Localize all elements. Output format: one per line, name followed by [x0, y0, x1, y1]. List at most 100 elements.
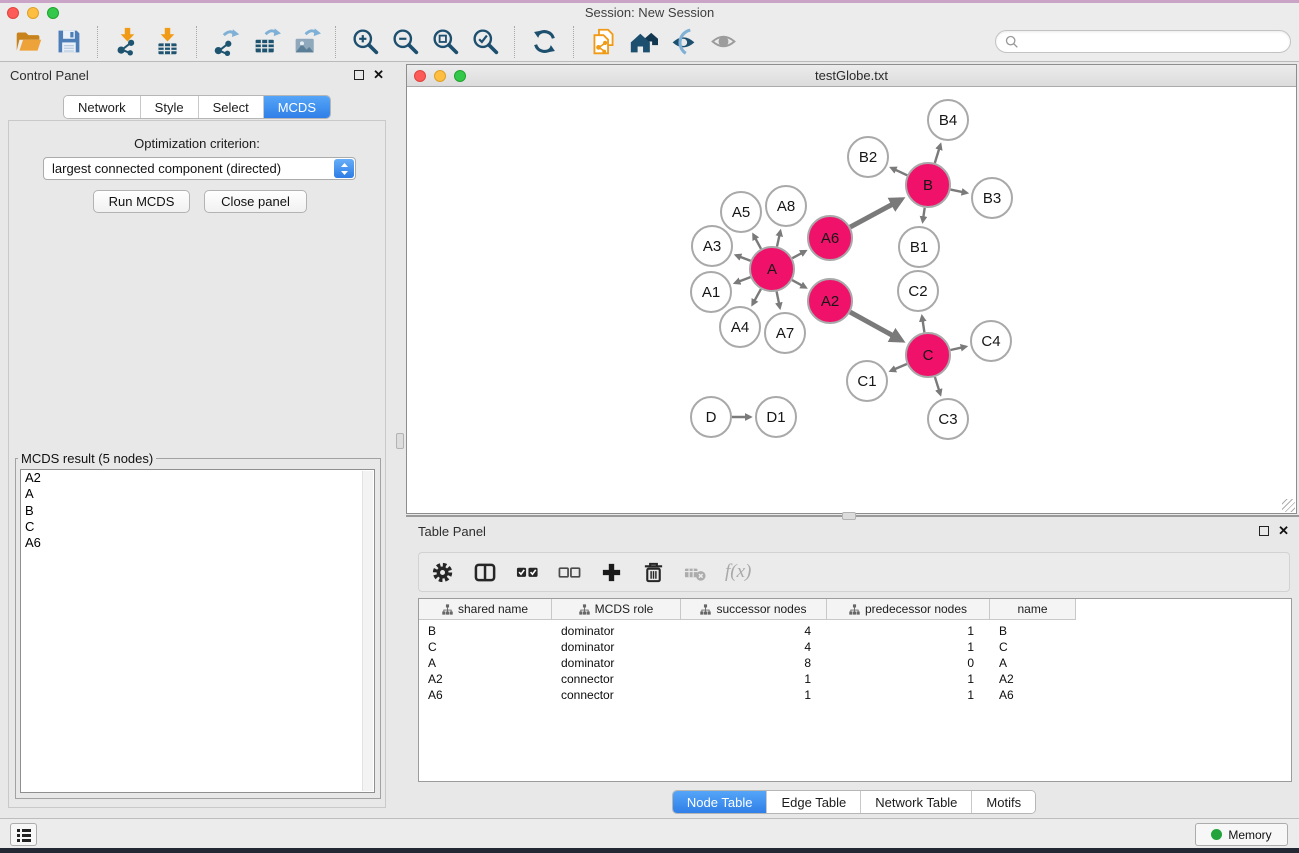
zoom-fit-button[interactable] — [425, 24, 465, 60]
table-row-a2[interactable]: A2connector11A2 — [419, 671, 1291, 687]
tab-edge-table[interactable]: Edge Table — [766, 791, 860, 813]
result-item-c[interactable]: C — [21, 519, 374, 535]
edge-A-A5[interactable] — [753, 235, 761, 249]
node-B3[interactable]: B3 — [972, 178, 1012, 218]
node-B2[interactable]: B2 — [848, 137, 888, 177]
close-panel-icon[interactable]: ✕ — [1278, 526, 1289, 536]
zoom-out-button[interactable] — [385, 24, 425, 60]
column-visibility-button[interactable] — [471, 558, 499, 586]
edge-A2-C[interactable] — [850, 312, 901, 340]
node-A3[interactable]: A3 — [692, 226, 732, 266]
first-neighbors-button[interactable] — [623, 24, 663, 60]
column-header-predecessor-nodes[interactable]: predecessor nodes — [827, 599, 990, 620]
tab-motifs[interactable]: Motifs — [971, 791, 1035, 813]
column-header-mcds-role[interactable]: MCDS role — [552, 599, 681, 620]
tab-network[interactable]: Network — [64, 96, 140, 118]
export-image-button[interactable] — [286, 24, 326, 60]
node-A8[interactable]: A8 — [766, 186, 806, 226]
import-network-button[interactable] — [107, 24, 147, 60]
divider-grip[interactable] — [396, 433, 404, 449]
result-item-a[interactable]: A — [21, 486, 374, 502]
edge-B-B1[interactable] — [923, 208, 925, 222]
table-options-button[interactable] — [429, 558, 457, 586]
table-row-a[interactable]: Adominator80A — [419, 655, 1291, 671]
edge-B-B3[interactable] — [951, 190, 967, 193]
node-A2[interactable]: A2 — [808, 279, 852, 323]
column-header-name[interactable]: name — [990, 599, 1076, 620]
search-field[interactable] — [995, 30, 1291, 53]
zoom-selected-button[interactable] — [465, 24, 505, 60]
node-A[interactable]: A — [750, 247, 794, 291]
node-C3[interactable]: C3 — [928, 399, 968, 439]
node-D1[interactable]: D1 — [756, 397, 796, 437]
tab-mcds[interactable]: MCDS — [263, 96, 330, 118]
node-A5[interactable]: A5 — [721, 192, 761, 232]
table-row-a6[interactable]: A6connector11A6 — [419, 687, 1291, 703]
network-window-titlebar[interactable]: testGlobe.txt — [407, 65, 1296, 87]
tab-style[interactable]: Style — [140, 96, 198, 118]
window-resize-grip[interactable] — [1282, 499, 1295, 512]
node-C[interactable]: C — [906, 333, 950, 377]
optimization-criterion-dropdown[interactable]: largest connected component (directed) — [43, 157, 356, 180]
node-table[interactable]: shared name MCDS role successor nodes pr… — [418, 598, 1292, 782]
add-column-button[interactable] — [597, 558, 625, 586]
apply-layout-button[interactable] — [524, 24, 564, 60]
edge-C-C3[interactable] — [935, 377, 941, 395]
edge-C-C4[interactable] — [951, 347, 967, 350]
open-session-button[interactable] — [8, 24, 48, 60]
scrollbar-track[interactable] — [362, 471, 373, 791]
network-canvas[interactable]: B4B2BB3A5A8A6B1A3AA1C2A2A4A7C4CC1DD1C3 — [408, 87, 1295, 513]
edge-A-A6[interactable] — [792, 251, 805, 258]
node-A6[interactable]: A6 — [808, 216, 852, 260]
export-network-button[interactable] — [206, 24, 246, 60]
edge-A6-B[interactable] — [850, 200, 901, 228]
node-D[interactable]: D — [691, 397, 731, 437]
mcds-result-list[interactable]: A2ABCA6 — [20, 469, 375, 793]
import-table-button[interactable] — [147, 24, 187, 60]
result-item-a6[interactable]: A6 — [21, 535, 374, 551]
zoom-in-button[interactable] — [345, 24, 385, 60]
edge-A-A8[interactable] — [777, 231, 780, 247]
select-all-button[interactable] — [513, 558, 541, 586]
edge-A-A1[interactable] — [735, 277, 751, 283]
edge-B-B2[interactable] — [891, 168, 907, 176]
node-A1[interactable]: A1 — [691, 272, 731, 312]
table-split-divider[interactable] — [406, 515, 1299, 517]
edge-C-C1[interactable] — [891, 364, 907, 371]
node-C2[interactable]: C2 — [898, 271, 938, 311]
tab-network-table[interactable]: Network Table — [860, 791, 971, 813]
float-panel-icon[interactable] — [1259, 526, 1269, 536]
show-all-button[interactable] — [703, 24, 743, 60]
hide-selected-button[interactable] — [663, 24, 703, 60]
run-mcds-button[interactable]: Run MCDS — [93, 190, 190, 213]
edge-A-A3[interactable] — [736, 255, 751, 261]
delete-table-button[interactable] — [681, 558, 709, 586]
node-C1[interactable]: C1 — [847, 361, 887, 401]
edge-A-A4[interactable] — [752, 289, 761, 305]
float-panel-icon[interactable] — [354, 70, 364, 80]
save-session-button[interactable] — [48, 24, 88, 60]
function-builder-button[interactable]: f(x) — [725, 561, 751, 583]
deselect-all-button[interactable] — [555, 558, 583, 586]
tab-node-table[interactable]: Node Table — [673, 791, 767, 813]
delete-column-button[interactable] — [639, 558, 667, 586]
export-table-button[interactable] — [246, 24, 286, 60]
edge-A-A2[interactable] — [792, 280, 806, 288]
edge-A-A7[interactable] — [777, 292, 780, 308]
node-B[interactable]: B — [906, 163, 950, 207]
close-panel-button[interactable]: Close panel — [204, 190, 307, 213]
node-B1[interactable]: B1 — [899, 227, 939, 267]
node-C4[interactable]: C4 — [971, 321, 1011, 361]
search-input[interactable] — [1024, 35, 1282, 49]
node-A4[interactable]: A4 — [720, 307, 760, 347]
clone-network-button[interactable] — [583, 24, 623, 60]
node-B4[interactable]: B4 — [928, 100, 968, 140]
panel-split-divider[interactable] — [394, 62, 406, 818]
result-item-a2[interactable]: A2 — [21, 470, 374, 486]
edge-B-B4[interactable] — [935, 145, 941, 164]
column-header-shared-name[interactable]: shared name — [419, 599, 552, 620]
close-panel-icon[interactable]: ✕ — [373, 70, 384, 80]
table-row-c[interactable]: Cdominator41C — [419, 639, 1291, 655]
column-header-successor-nodes[interactable]: successor nodes — [681, 599, 827, 620]
edge-C-C2[interactable] — [922, 316, 924, 332]
